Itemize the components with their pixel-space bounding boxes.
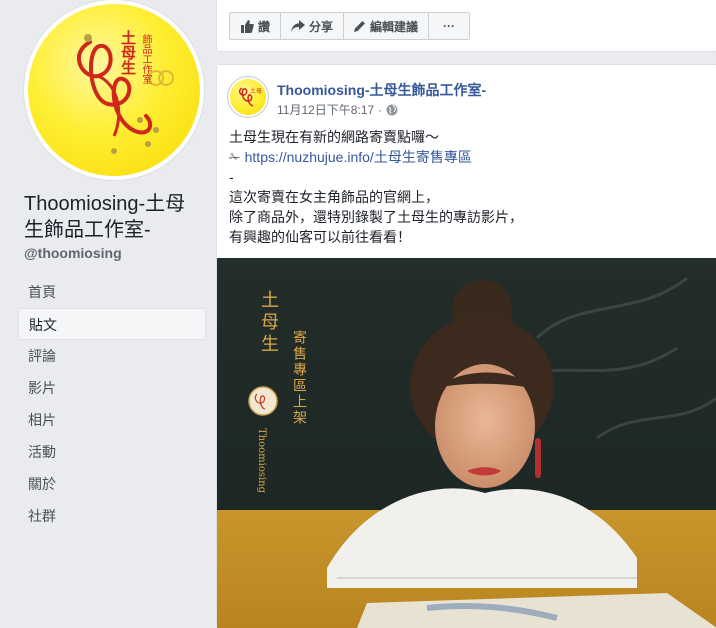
thumbs-up-icon	[241, 19, 254, 33]
post-author-name[interactable]: Thoomiosing-土母生飾品工作室-	[277, 80, 486, 100]
post-author-logo: 土母	[230, 79, 266, 115]
logo-image: 土母生 飾品工作室	[28, 4, 200, 176]
page-actions-card: 讚 分享 編輯建議 ···	[216, 0, 716, 52]
knot-logo-icon: 土母	[238, 87, 262, 107]
post-timestamp[interactable]: 11月12日下午8:17	[277, 101, 374, 118]
nav-item-videos[interactable]: 影片	[18, 372, 206, 404]
nav-item-posts[interactable]: 貼文	[18, 308, 206, 340]
nav-item-reviews[interactable]: 評論	[18, 340, 206, 372]
logo-subtext: 飾品工作室	[140, 34, 151, 84]
page-nav: 首頁 貼文 評論 影片 相片 活動 關於 社群	[18, 276, 206, 532]
like-label: 讚	[258, 19, 271, 34]
post-image[interactable]: 土母生 Thoomiosing 寄售專區上架	[217, 258, 716, 628]
photo-headline: 寄售專區上架	[291, 330, 307, 426]
portrait-illustration	[248, 276, 716, 628]
globe-icon[interactable]	[386, 104, 398, 116]
edit-suggestion-label: 編輯建議	[370, 19, 419, 34]
post-line-6: 有興趣的仙客可以前往看看！	[229, 229, 411, 245]
post-meta: 11月12日下午8:17 ·	[277, 101, 398, 118]
post-line-1: 土母生現在有新的網路寄賣點囉～	[229, 129, 439, 145]
share-label: 分享	[309, 19, 334, 34]
post-line-2: ✁ https://nuzhujue.info/土母生寄售專區	[229, 147, 705, 167]
nav-item-photos[interactable]: 相片	[18, 404, 206, 436]
photo-brand-text: 土母生	[258, 290, 279, 356]
photo-brand-latin: Thoomiosing	[256, 428, 267, 494]
page-handle[interactable]: @thoomiosing	[24, 245, 122, 261]
meta-separator: ·	[378, 102, 383, 117]
nav-item-about[interactable]: 關於	[18, 468, 206, 500]
nav-item-events[interactable]: 活動	[18, 436, 206, 468]
post-message: 土母生現在有新的網路寄賣點囉～ ✁ https://nuzhujue.info/…	[229, 127, 705, 247]
post-line-3: -	[229, 169, 234, 185]
post-line-5: 除了商品外，還特別錄製了土母生的專訪影片，	[229, 209, 523, 225]
post-link[interactable]: https://nuzhujue.info/土母生寄售專區	[245, 149, 472, 165]
like-button[interactable]: 讚	[230, 13, 282, 39]
knot-logo-icon	[76, 34, 174, 154]
share-button[interactable]: 分享	[281, 13, 345, 39]
page-name[interactable]: Thoomiosing-土母生飾品工作室-	[24, 191, 204, 243]
nav-item-home[interactable]: 首頁	[18, 276, 206, 308]
post-line-4: 這次寄賣在女主角飾品的官網上，	[229, 189, 439, 205]
logo-text: 土母生	[119, 30, 137, 75]
page-sidebar: 土母生 飾品工作室 Thoomiosing-土母生飾品工作室- @thoomio…	[0, 0, 214, 608]
post-author-avatar[interactable]: 土母	[228, 77, 268, 117]
share-arrow-icon	[291, 20, 306, 32]
edit-suggestion-button[interactable]: 編輯建議	[344, 13, 430, 39]
scissors-prefix: ✁	[229, 149, 245, 165]
more-icon: ···	[443, 19, 456, 33]
svg-text:土母: 土母	[250, 87, 262, 95]
pencil-icon	[354, 21, 366, 32]
page-profile-picture[interactable]: 土母生 飾品工作室	[24, 0, 204, 180]
more-button[interactable]: ···	[429, 13, 469, 39]
nav-item-community[interactable]: 社群	[18, 500, 206, 532]
page-action-bar: 讚 分享 編輯建議 ···	[229, 12, 471, 40]
post-card: 土母 Thoomiosing-土母生飾品工作室- 11月12日下午8:17 · …	[216, 64, 716, 628]
